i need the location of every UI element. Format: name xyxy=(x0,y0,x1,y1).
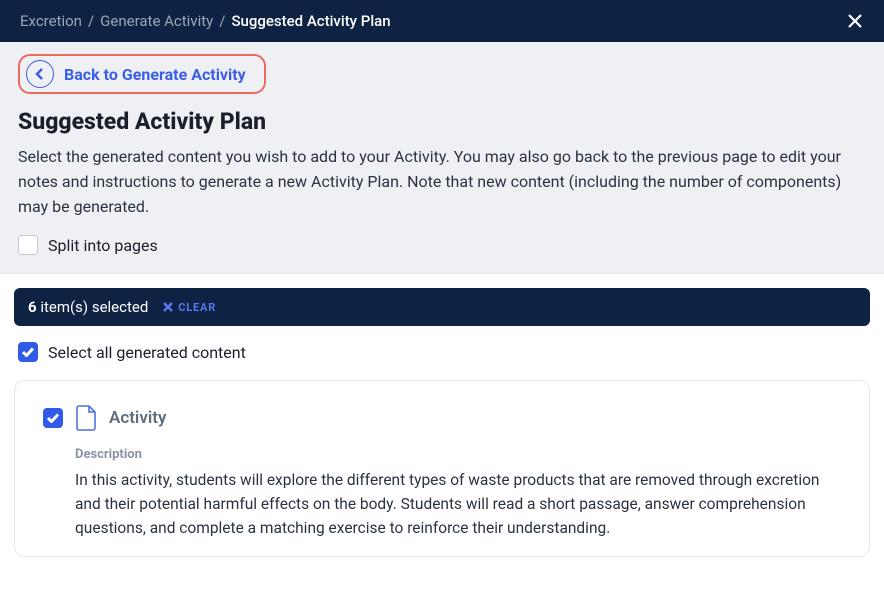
document-icon xyxy=(75,405,97,431)
select-all-label: Select all generated content xyxy=(48,343,246,362)
activity-description-body: In this activity, students will explore … xyxy=(75,468,841,540)
activity-card-header: Activity xyxy=(43,405,841,431)
selection-bar: 6 item(s) selected CLEAR xyxy=(14,288,870,326)
modal-root: Excretion / Generate Activity / Suggeste… xyxy=(0,0,884,612)
check-icon xyxy=(22,347,34,357)
check-icon xyxy=(47,413,59,423)
close-icon xyxy=(162,301,174,313)
breadcrumb-level1[interactable]: Excretion xyxy=(20,12,82,30)
split-checkbox[interactable] xyxy=(18,235,38,255)
activity-card-body: Description In this activity, students w… xyxy=(43,447,841,540)
breadcrumb-level2[interactable]: Generate Activity xyxy=(100,12,213,30)
activity-checkbox[interactable] xyxy=(43,408,63,428)
activity-description-label: Description xyxy=(75,447,841,462)
selection-count-number: 6 xyxy=(28,298,37,316)
split-into-pages-option[interactable]: Split into pages xyxy=(18,235,866,255)
clear-selection-button[interactable]: CLEAR xyxy=(162,301,216,314)
upper-panel: Back to Generate Activity Suggested Acti… xyxy=(0,42,884,274)
breadcrumb-separator: / xyxy=(219,12,225,30)
activity-card-title: Activity xyxy=(109,408,166,428)
breadcrumb-current: Suggested Activity Plan xyxy=(231,12,390,30)
page-description: Select the generated content you wish to… xyxy=(18,145,866,219)
split-label: Split into pages xyxy=(48,236,158,255)
breadcrumb-separator: / xyxy=(88,12,94,30)
back-button-label: Back to Generate Activity xyxy=(64,65,246,84)
select-all-row[interactable]: Select all generated content xyxy=(14,326,870,380)
chevron-left-icon xyxy=(26,60,54,88)
close-icon xyxy=(846,12,864,30)
selection-count-text: item(s) selected xyxy=(40,298,148,316)
lower-panel: 6 item(s) selected CLEAR Select all gene… xyxy=(0,274,884,612)
select-all-checkbox[interactable] xyxy=(18,342,38,362)
close-button[interactable] xyxy=(844,10,866,32)
breadcrumb: Excretion / Generate Activity / Suggeste… xyxy=(20,12,391,30)
selection-count: 6 item(s) selected xyxy=(28,298,148,316)
page-title: Suggested Activity Plan xyxy=(18,108,866,135)
clear-label: CLEAR xyxy=(178,301,216,314)
back-button[interactable]: Back to Generate Activity xyxy=(18,54,266,94)
header-bar: Excretion / Generate Activity / Suggeste… xyxy=(0,0,884,42)
activity-card: Activity Description In this activity, s… xyxy=(14,380,870,557)
